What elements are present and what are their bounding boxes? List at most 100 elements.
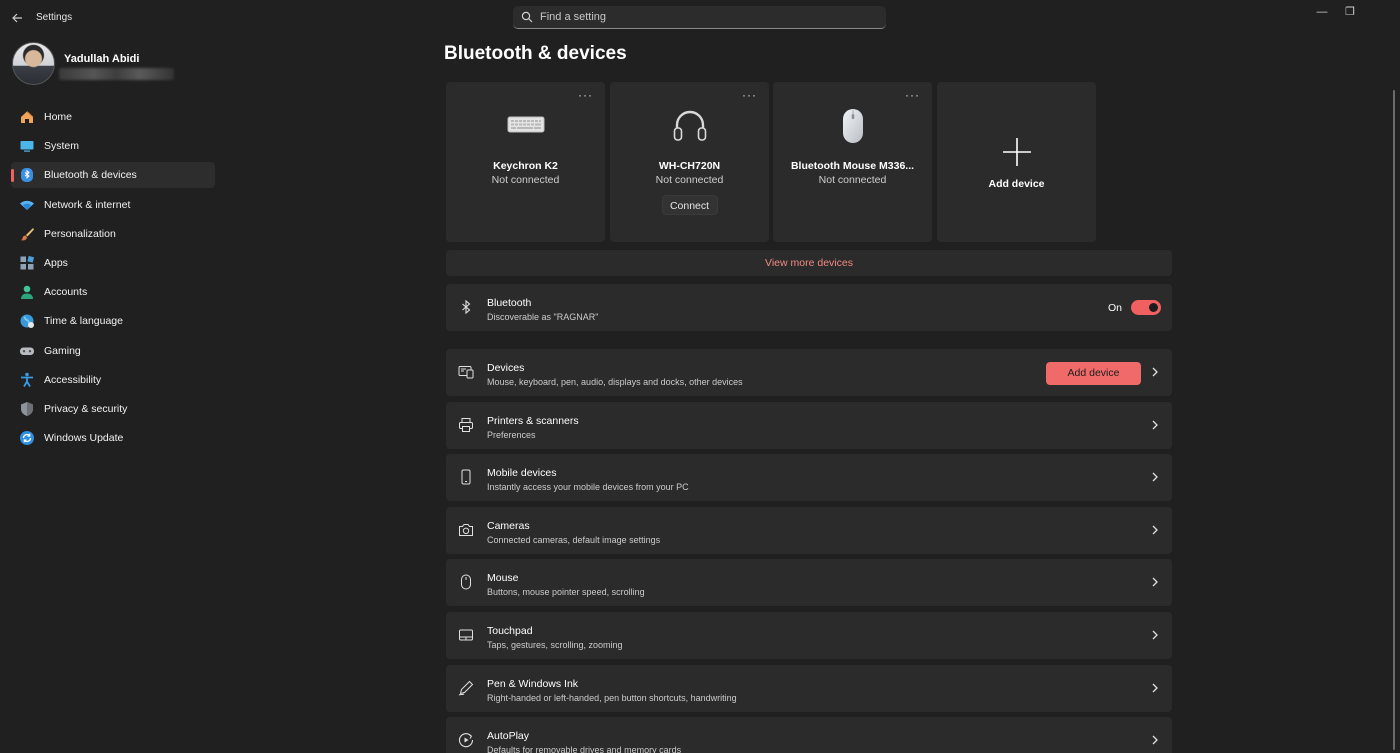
add-device-label: Add device <box>988 178 1045 190</box>
row-subtitle: Connected cameras, default image setting… <box>487 535 661 545</box>
back-button[interactable] <box>8 8 28 28</box>
search-input[interactable] <box>540 6 870 28</box>
sidebar-item-label: Privacy & security <box>44 402 128 415</box>
row-title: Touchpad <box>487 625 533 637</box>
row-subtitle: Right-handed or left-handed, pen button … <box>487 693 737 703</box>
home-icon <box>19 109 35 125</box>
more-options-icon[interactable]: ··· <box>905 88 920 102</box>
chevron-right-icon <box>1152 630 1158 640</box>
mouse-row[interactable]: Mouse Buttons, mouse pointer speed, scro… <box>446 559 1172 606</box>
add-device-card[interactable]: Add device <box>937 82 1096 242</box>
restore-button[interactable]: ❐ <box>1336 4 1364 20</box>
row-title: Mouse <box>487 572 519 584</box>
page-title: Bluetooth & devices <box>444 43 627 64</box>
pen-windows-ink-row[interactable]: Pen & Windows Ink Right-handed or left-h… <box>446 665 1172 712</box>
row-subtitle: Mouse, keyboard, pen, audio, displays an… <box>487 377 743 387</box>
globe-icon <box>19 313 35 329</box>
sidebar-item-label: System <box>44 140 80 153</box>
devices-icon <box>458 366 474 379</box>
sidebar-item-label: Home <box>44 111 73 123</box>
device-name: Keychron K2 <box>493 160 558 172</box>
sidebar-item-gaming[interactable]: Gaming <box>11 338 215 364</box>
search-box[interactable] <box>513 6 886 29</box>
bluetooth-icon <box>19 167 35 183</box>
user-email-redacted <box>59 68 174 80</box>
plus-icon <box>1002 138 1031 166</box>
gamepad-icon <box>19 343 35 359</box>
sidebar-item-apps[interactable]: Apps <box>11 250 215 276</box>
device-card-keychron[interactable]: ··· Keychron K2 Not connected <box>446 82 605 242</box>
vertical-scrollbar[interactable] <box>1393 90 1395 750</box>
row-subtitle: Defaults for removable drives and memory… <box>487 745 682 753</box>
user-name: Yadullah Abidi <box>64 53 140 65</box>
sidebar-item-label: Bluetooth & devices <box>44 169 137 182</box>
row-title: Bluetooth <box>487 297 532 309</box>
printers-scanners-row[interactable]: Printers & scanners Preferences <box>446 402 1172 449</box>
mobile-devices-row[interactable]: Mobile devices Instantly access your mob… <box>446 454 1172 501</box>
chevron-right-icon <box>1152 735 1158 745</box>
bluetooth-icon <box>462 299 471 315</box>
sidebar-item-home[interactable]: Home <box>11 104 215 130</box>
sidebar-item-label: Network & internet <box>44 198 131 211</box>
keyboard-icon <box>507 116 544 133</box>
cameras-row[interactable]: Cameras Connected cameras, default image… <box>446 507 1172 554</box>
chevron-right-icon <box>1152 472 1158 482</box>
connect-button[interactable]: Connect <box>661 195 718 215</box>
minimize-button[interactable]: — <box>1308 4 1336 20</box>
touchpad-icon <box>459 629 473 641</box>
device-status: Not connected <box>655 174 724 186</box>
device-name: WH-CH720N <box>658 160 721 172</box>
sidebar-nav: Home System Bluetooth & devices Network … <box>11 104 215 454</box>
phone-icon <box>461 469 471 485</box>
sidebar-item-accounts[interactable]: Accounts <box>11 279 215 305</box>
row-title: Printers & scanners <box>487 415 579 427</box>
sidebar-item-time-language[interactable]: Time & language <box>11 308 215 334</box>
bluetooth-toggle[interactable] <box>1131 300 1161 315</box>
camera-icon <box>459 524 473 536</box>
back-arrow-icon <box>12 13 22 23</box>
sidebar-item-bluetooth-devices[interactable]: Bluetooth & devices <box>11 162 215 189</box>
view-more-devices-link[interactable]: View more devices <box>446 250 1172 276</box>
shield-icon <box>19 401 35 417</box>
row-title: AutoPlay <box>487 730 530 742</box>
sidebar-item-personalization[interactable]: Personalization <box>11 221 215 247</box>
toggle-state-label: On <box>1107 302 1122 314</box>
add-device-button[interactable]: Add device <box>1046 362 1141 385</box>
sidebar-item-accessibility[interactable]: Accessibility <box>11 367 215 393</box>
sidebar-item-label: Windows Update <box>44 432 124 445</box>
bluetooth-row: Bluetooth Discoverable as "RAGNAR" On <box>446 284 1172 331</box>
autoplay-icon <box>458 733 474 748</box>
printer-icon <box>459 418 473 432</box>
mouse-icon <box>461 574 471 590</box>
device-card-wh-ch720n[interactable]: ··· WH-CH720N Not connected Connect <box>610 82 769 242</box>
sidebar-item-label: Time & language <box>44 315 123 328</box>
sidebar-item-label: Accessibility <box>44 373 102 386</box>
more-options-icon[interactable]: ··· <box>742 88 757 102</box>
pen-icon <box>458 680 474 696</box>
device-status: Not connected <box>491 174 560 186</box>
sidebar-item-network[interactable]: Network & internet <box>11 192 215 218</box>
row-title: Devices <box>487 362 525 374</box>
sidebar-item-label: Personalization <box>44 227 116 240</box>
device-status: Not connected <box>818 174 887 186</box>
more-options-icon[interactable]: ··· <box>578 88 593 102</box>
row-title: Pen & Windows Ink <box>487 678 579 690</box>
wifi-icon <box>19 197 35 213</box>
update-icon <box>19 430 35 446</box>
toggle-knob <box>1149 303 1158 312</box>
sidebar-item-label: Accounts <box>44 286 88 299</box>
row-subtitle: Taps, gestures, scrolling, zooming <box>487 640 623 650</box>
chevron-right-icon <box>1152 367 1158 377</box>
device-card-bluetooth-mouse[interactable]: ··· Bluetooth Mouse M336... Not connecte… <box>773 82 932 242</box>
chevron-right-icon <box>1152 525 1158 535</box>
chevron-right-icon <box>1152 577 1158 587</box>
accessibility-icon <box>19 372 35 388</box>
autoplay-row[interactable]: AutoPlay Defaults for removable drives a… <box>446 717 1172 753</box>
sidebar-item-label: Apps <box>44 256 68 269</box>
sidebar-item-label: Gaming <box>44 344 81 357</box>
devices-row[interactable]: Devices Mouse, keyboard, pen, audio, dis… <box>446 349 1172 396</box>
touchpad-row[interactable]: Touchpad Taps, gestures, scrolling, zoom… <box>446 612 1172 659</box>
sidebar-item-system[interactable]: System <box>11 133 215 159</box>
sidebar-item-windows-update[interactable]: Windows Update <box>11 425 215 451</box>
sidebar-item-privacy-security[interactable]: Privacy & security <box>11 396 215 422</box>
